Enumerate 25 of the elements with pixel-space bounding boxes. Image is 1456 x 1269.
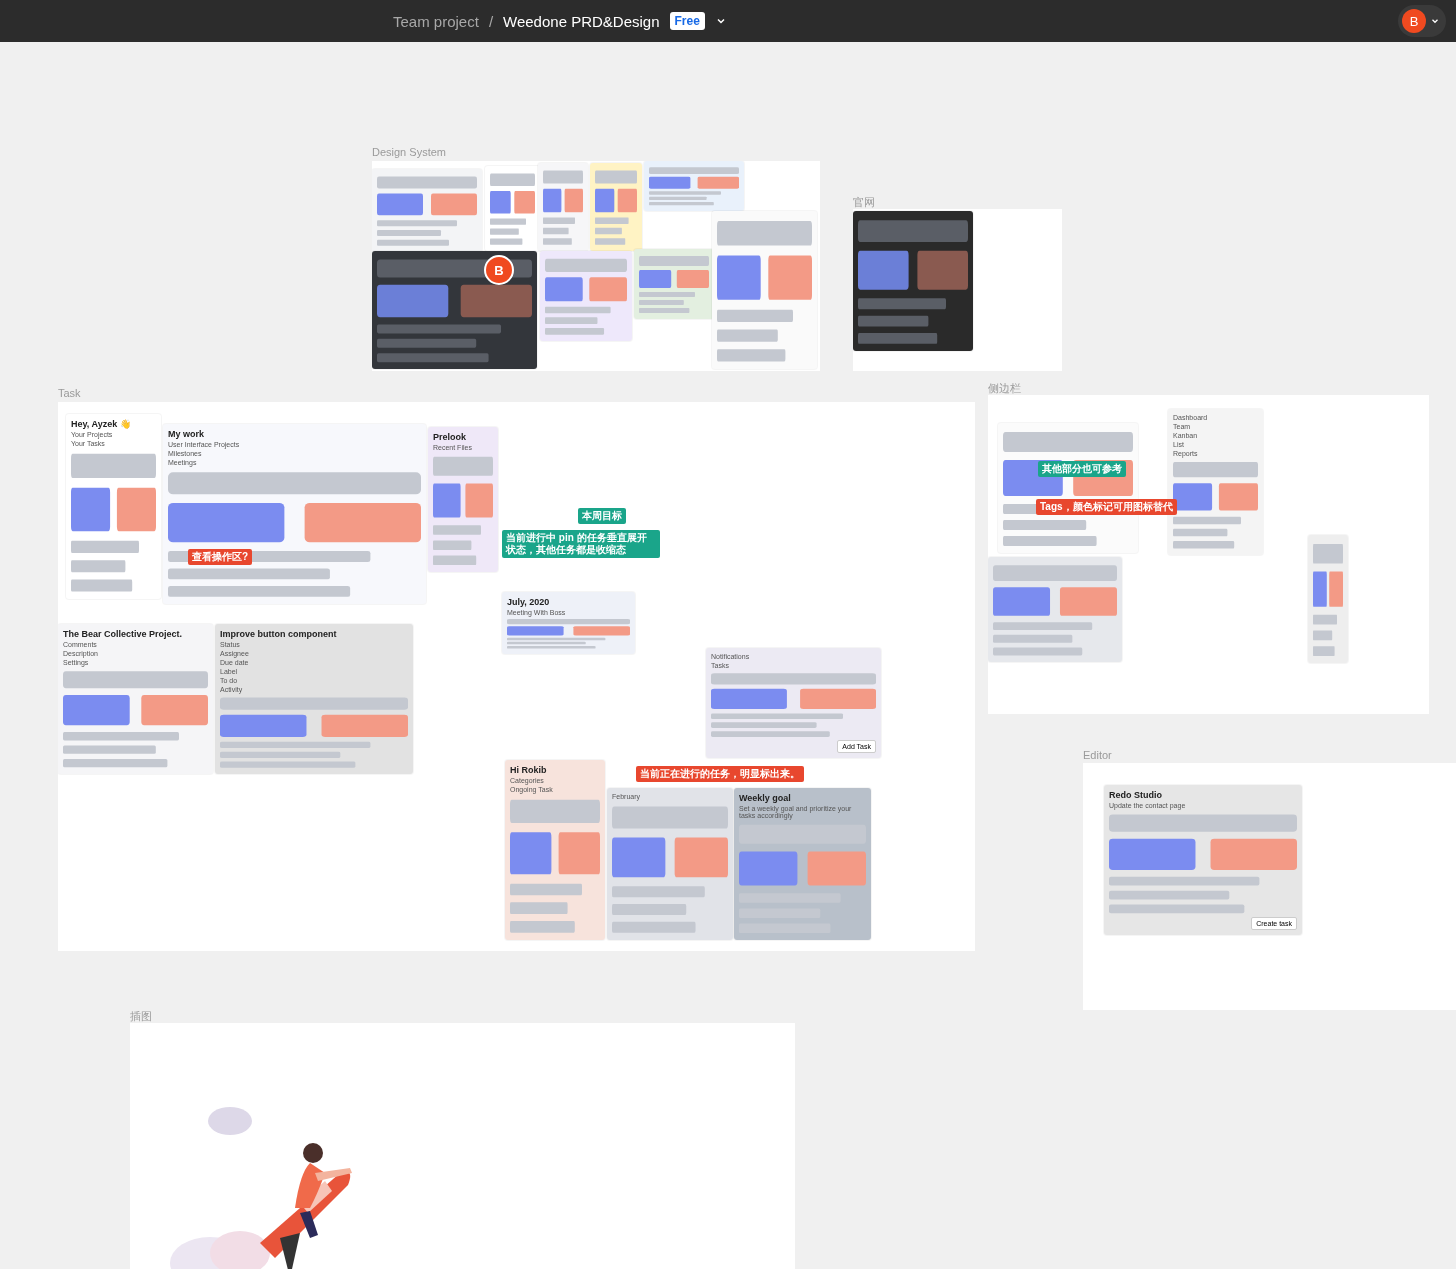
thumbnail-heading: July, 2020 <box>507 597 550 607</box>
thumbnail-heading: Redo Studio <box>1109 790 1162 800</box>
thumbnail-heading: Prelook <box>433 432 466 442</box>
ui-mockup-drawing <box>639 254 709 314</box>
plan-badge: Free <box>669 12 705 30</box>
account-button[interactable]: B <box>1398 5 1446 37</box>
team-breadcrumb[interactable]: Team project <box>393 12 479 30</box>
thumbnail-heading: Hi Rokib <box>510 765 547 775</box>
file-name[interactable]: Weedone PRD&Design <box>503 12 660 30</box>
canvas-frame[interactable] <box>853 209 1062 371</box>
user-avatar: B <box>1402 9 1426 33</box>
thumbnail-heading: Improve button component <box>220 629 337 639</box>
screen-thumbnail[interactable] <box>634 249 714 319</box>
thumbnail-heading: Hey, Ayzek 👋 <box>71 419 131 429</box>
annotation-tooltip: 本周目标 <box>578 508 626 524</box>
annotation-tooltip: 其他部分也可参考 <box>1038 461 1126 477</box>
annotation-tooltip: 当前正在进行的任务，明显标出来。 <box>636 766 804 782</box>
thumbnail-heading: The Bear Collective Project. <box>63 629 183 639</box>
breadcrumb-separator: / <box>488 12 494 30</box>
canvas-frame[interactable]: B <box>372 161 820 371</box>
thumbnail-heading: My work <box>168 429 204 439</box>
annotation-tooltip: 查看操作区? <box>188 549 253 565</box>
annotation-tooltip: Tags，颜色标记可用图标替代 <box>1036 499 1177 515</box>
annotation-tooltip: 当前进行中 pin 的任务垂直展开状态，其他任务都是收缩态 <box>502 530 660 558</box>
thumbnail-heading: Weekly goal <box>739 793 791 803</box>
